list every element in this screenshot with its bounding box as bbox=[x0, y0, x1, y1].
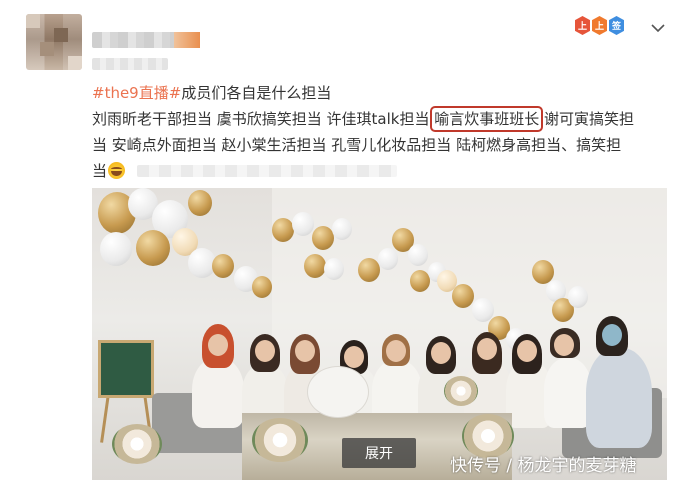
host-head bbox=[602, 324, 622, 346]
laughing-emoji-icon bbox=[108, 162, 126, 179]
balloon bbox=[252, 276, 272, 298]
badge-icon: 签 bbox=[609, 16, 624, 35]
balloon bbox=[332, 218, 352, 240]
member-figure bbox=[192, 358, 244, 428]
member-head bbox=[477, 338, 497, 360]
balloon bbox=[378, 248, 398, 270]
round-sign bbox=[307, 366, 369, 418]
chevron-down-icon[interactable] bbox=[648, 18, 668, 38]
hashtag-link[interactable]: #the9直播# bbox=[92, 84, 181, 102]
watermark: 快传号 / 杨龙宇的麦芽糖 bbox=[450, 456, 637, 476]
balloon bbox=[410, 270, 430, 292]
balloon bbox=[292, 212, 314, 236]
member-head bbox=[431, 342, 451, 364]
member-head bbox=[344, 346, 364, 368]
member-head bbox=[255, 340, 275, 362]
member-head bbox=[295, 340, 315, 362]
post-text-line: 成员们各自是什么担当 bbox=[181, 84, 332, 102]
member-head bbox=[386, 340, 406, 362]
member-head bbox=[554, 334, 574, 356]
weibo-post: 上 上 签 #the9直播#成员们各自是什么担当 刘雨昕老干部担当 虞书欣搞笑担… bbox=[0, 0, 687, 480]
host-figure bbox=[586, 348, 652, 448]
badge-icon: 上 bbox=[592, 16, 607, 35]
badge-icon: 上 bbox=[575, 16, 590, 35]
expand-button[interactable]: 展开 bbox=[342, 438, 416, 468]
balloon bbox=[452, 284, 474, 308]
flower-arrangement bbox=[252, 418, 308, 462]
avatar[interactable] bbox=[26, 14, 82, 70]
balloon bbox=[324, 258, 344, 280]
post-text-line: 当 bbox=[92, 162, 108, 180]
flower-arrangement bbox=[112, 424, 162, 464]
balloon bbox=[568, 286, 588, 308]
balloon bbox=[272, 218, 294, 242]
highlighted-text: 喻言炊事班班长 bbox=[430, 106, 544, 132]
balloon bbox=[358, 258, 380, 282]
chalkboard-sign bbox=[98, 340, 154, 398]
post-text-line: 谢可寅搞笑担 bbox=[539, 110, 635, 128]
balloon bbox=[136, 230, 170, 266]
blurred-text bbox=[137, 165, 398, 177]
flower-arrangement bbox=[444, 376, 478, 406]
user-badges: 上 上 签 bbox=[575, 16, 624, 35]
member-figure bbox=[544, 358, 592, 428]
post-image[interactable] bbox=[92, 188, 667, 480]
balloon bbox=[408, 244, 428, 266]
balloon bbox=[100, 232, 132, 266]
balloon bbox=[312, 226, 334, 250]
member-head bbox=[208, 334, 228, 356]
balloon bbox=[188, 190, 212, 216]
balloon bbox=[212, 254, 234, 278]
post-text-line: 刘雨昕老干部担当 虞书欣搞笑担当 许佳琪talk担当 bbox=[92, 110, 430, 128]
member-head bbox=[517, 340, 537, 362]
balloon bbox=[304, 254, 326, 278]
post-text-line: 当 安崎点外面担当 赵小棠生活担当 孔雪儿化妆品担当 陆柯燃身高担当、搞笑担 bbox=[92, 136, 622, 154]
post-meta-blurred bbox=[92, 58, 168, 70]
post-text: #the9直播#成员们各自是什么担当 刘雨昕老干部担当 虞书欣搞笑担当 许佳琪t… bbox=[92, 80, 672, 184]
username-blurred[interactable] bbox=[92, 32, 200, 48]
